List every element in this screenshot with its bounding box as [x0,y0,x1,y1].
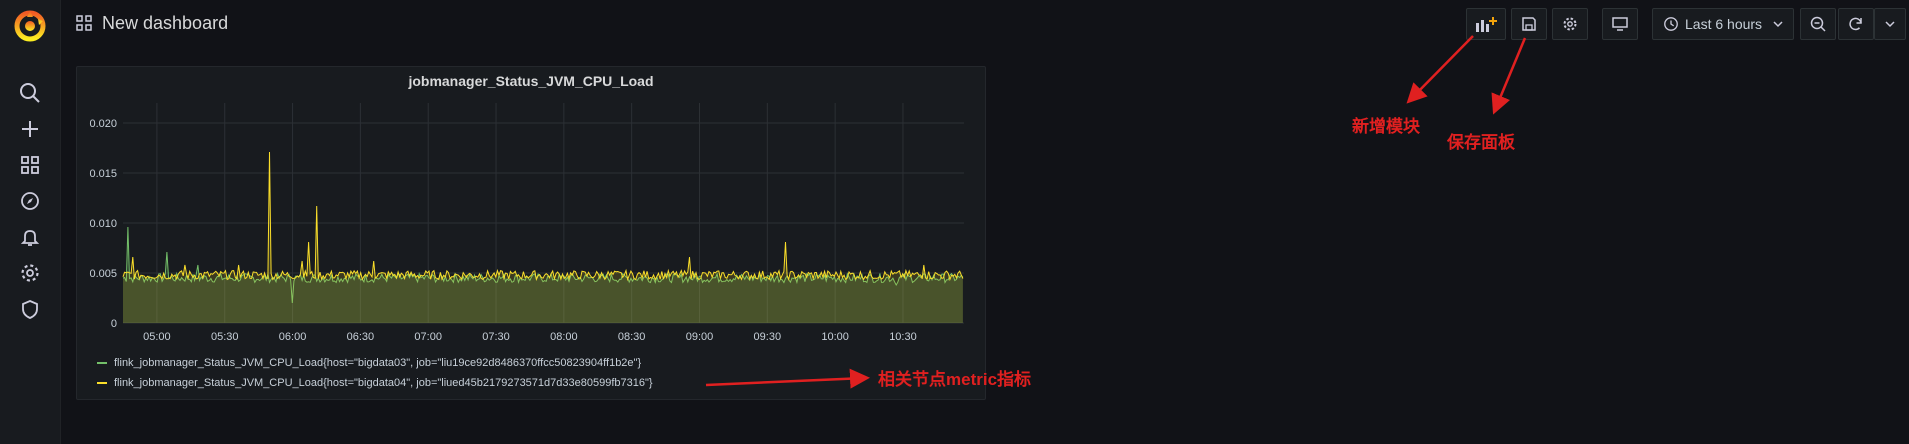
zoom-out-button[interactable] [1800,8,1836,40]
refresh-icon [1849,17,1862,31]
page-title[interactable]: New dashboard [102,13,228,34]
monitor-icon [1612,17,1628,31]
legend-label: flink_jobmanager_Status_JVM_CPU_Load{hos… [114,357,642,369]
legend-swatch-green [97,362,107,364]
dashboard-settings-button[interactable] [1552,8,1588,40]
y-tick-label: 0.020 [89,118,117,130]
search-icon[interactable] [17,80,43,106]
y-tick-label: 0.015 [89,168,117,180]
gear-icon [1563,17,1577,31]
time-range-label: Last 6 hours [1685,16,1763,32]
x-tick-label: 10:30 [889,331,917,343]
gear-icon[interactable] [17,260,43,286]
legend-item-bigdata04[interactable]: flink_jobmanager_Status_JVM_CPU_Load{hos… [97,373,653,393]
dashboards-icon[interactable] [17,152,43,178]
refresh-button[interactable] [1838,8,1874,40]
add-panel-button[interactable] [1466,8,1506,40]
legend-swatch-yellow [97,382,107,384]
x-tick-label: 05:00 [143,331,171,343]
x-tick-label: 10:00 [821,331,849,343]
time-range-picker[interactable]: Last 6 hours [1652,8,1794,40]
annotation-add-panel: 新增模块 [1352,117,1420,136]
arrow-add-panel [1406,35,1474,104]
legend-label: flink_jobmanager_Status_JVM_CPU_Load{hos… [114,377,653,389]
x-tick-label: 07:30 [482,331,510,343]
bell-icon[interactable] [17,224,43,250]
series-area-1 [123,152,963,323]
x-tick-label: 06:30 [347,331,375,343]
x-tick-label: 05:30 [211,331,239,343]
add-panel-icon [1476,17,1497,32]
sidebar [0,0,61,444]
y-tick-label: 0.010 [89,218,117,230]
save-dashboard-button[interactable] [1511,8,1547,40]
zoom-out-icon [1810,16,1826,32]
grafana-logo-icon[interactable] [13,9,47,43]
chevron-down-icon [1773,21,1783,28]
chevron-down-icon [1885,21,1895,28]
x-tick-label: 08:30 [618,331,646,343]
shield-icon[interactable] [17,296,43,322]
x-tick-label: 06:00 [279,331,307,343]
x-tick-label: 08:00 [550,331,578,343]
chart-legend: flink_jobmanager_Status_JVM_CPU_Load{hos… [97,353,653,393]
save-icon [1522,17,1536,31]
x-tick-label: 07:00 [414,331,442,343]
legend-item-bigdata03[interactable]: flink_jobmanager_Status_JVM_CPU_Load{hos… [97,353,653,373]
x-tick-label: 09:30 [754,331,782,343]
x-tick-label: 09:00 [686,331,714,343]
series-line-1 [122,151,964,282]
tv-mode-button[interactable] [1602,8,1638,40]
dashboards-grid-icon [76,15,92,31]
compass-icon[interactable] [17,188,43,214]
clock-icon [1664,17,1678,31]
plus-icon[interactable] [17,116,43,142]
graph-panel[interactable]: jobmanager_Status_JVM_CPU_Load 0 0.005 0.0… [76,66,986,400]
refresh-interval-dropdown[interactable] [1874,8,1906,40]
dashboard-title-bar: New dashboard [76,10,228,36]
y-tick-label: 0.005 [89,268,117,280]
arrow-save [1491,37,1527,115]
annotation-metric: 相关节点metric指标 [878,370,1032,389]
annotation-save: 保存面板 [1447,133,1515,152]
y-tick-label: 0 [111,318,117,330]
line-chart: 0 0.005 0.010 0.015 0.020 05:00 05:30 06:00 06:3… [89,103,964,343]
